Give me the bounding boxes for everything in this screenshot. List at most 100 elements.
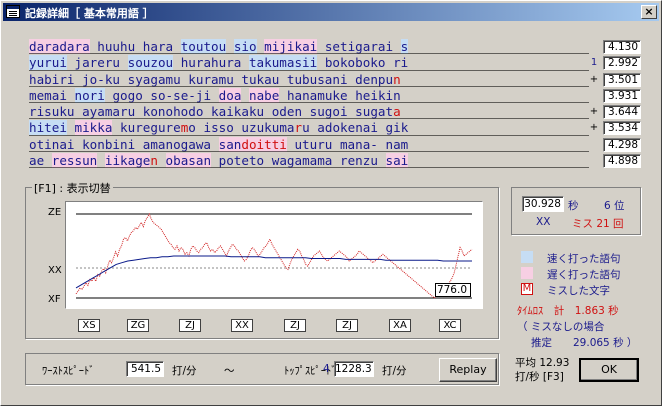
phrase-word: poteto [218,153,265,169]
phrase-word: uzukuma [241,120,295,136]
phrase-word: tukau [241,71,280,87]
phrase-space [264,104,272,119]
phrase-space [241,88,249,103]
phrase-word: oden [271,104,303,120]
phrase-word: jo-ku [82,71,121,87]
tilde: 〜 [224,365,235,377]
level-label: ZJ [179,319,201,332]
phrase-space [279,72,287,87]
phrase-space [203,104,211,119]
phrase-time: 3.501 [603,72,641,87]
phrase-space [44,153,52,168]
replay-button[interactable]: Replay [439,358,497,382]
phrase-space [264,153,272,168]
speed-line [75,212,473,299]
phrase-word: hanamuke [286,87,348,103]
phrase-marker: + [589,106,599,118]
phrase-space [97,153,105,168]
phrase-word: so-se-ji [150,87,212,103]
phrase-word: sugoi [309,104,348,120]
top-speed-unit: 打/分 [382,365,407,377]
phrase-row: memai nori gogo so-se-ji doa nabe hanamu… [29,87,589,104]
phrase-time: 3.644 [603,105,641,120]
phrase-word: otinai [29,136,75,152]
phrase-word: kaikaku [211,104,265,120]
phrase-word: san [218,136,242,152]
time-loss-line2: （ ミスなしの場合 [517,321,605,333]
average-line2[interactable]: 打/秒 [F3] [515,369,564,384]
phrase-word: a [393,104,401,120]
average-line [75,255,472,289]
phrase-word: gogo [112,87,143,103]
phrase-space [75,104,83,119]
phrase-word: ayamaru [82,104,136,120]
phrase-word: amanogawa [142,136,212,152]
phrase-list: daradara huuhu hara toutou sio mijikai s… [29,39,589,169]
phrase-marker: + [589,73,599,85]
phrase-word: renzu [340,153,378,169]
phrase-space [332,153,340,168]
phrase-space [67,120,75,135]
level-label: ZJ [336,319,358,332]
average-line1: 平均 12.93 [515,357,570,369]
phrase-space [135,39,143,54]
phrase-word: sio [233,39,257,54]
phrase-row: risuku ayamaru konohodo kaikaku oden sug… [29,104,589,120]
close-button[interactable]: × [641,5,657,19]
phrase-word: s [400,39,409,54]
miss-legend-label: ミスした文字 [547,285,610,297]
phrase-word: r [294,120,303,136]
phrase-marker [589,88,599,104]
phrase-space [135,137,143,152]
phrase-space [112,120,120,135]
result-box: 30.928 秒 6 位 XX ミス 21 回 [511,187,641,235]
phrase-word: heikin [355,87,401,103]
phrase-space [173,55,181,70]
phrase-space [378,120,386,135]
phrase-space [211,88,219,103]
phrase-word: n [150,153,158,169]
phrase-space [317,55,325,70]
phrase-row: habiri jo-ku syagamu kuramu tukau tubusa… [29,72,589,88]
phrase-word: wagamama [271,153,333,169]
phrase-word: konohodo [142,104,204,120]
phrase-space [211,153,219,168]
phrase-space [173,39,181,54]
phrase-word: sugat [355,104,394,120]
phrase-word: syagamu [127,71,181,87]
level-label: ZG [127,319,149,332]
phrase-time: 3.931 [603,88,641,103]
window-title: 記録詳細［ 基本常用語 ］ [25,7,154,20]
phrase-word: doa [218,87,242,103]
phrase-word: mana- [339,136,378,152]
phrase-space [67,55,75,70]
phrase-word: konbini [82,136,136,152]
worst-speed-label: ﾜｰｽﾄｽﾋﾟｰﾄﾞ [42,365,95,377]
speed-graph [65,201,483,309]
phrase-marker [589,137,599,153]
graph-toggle-label[interactable]: [F1] : 表示切替 [32,180,113,196]
phrase-word: ressun [51,153,98,169]
phrase-word: uturu [294,136,333,152]
phrase-space [378,153,386,168]
phrase-space [211,137,219,152]
phrase-time: 2.992 [603,56,641,71]
phrase-row: ae ressun iikagen obasan poteto wagamama… [29,153,589,169]
rank: 6 位 [604,200,625,212]
phrase-marker: + [589,122,599,134]
phrase-word: ri [393,55,409,71]
phrase-word: habiri [29,71,75,87]
seconds-unit: 秒 [568,200,579,212]
phrase-word: kuramu [188,71,234,87]
level-label: XS [78,319,100,332]
time-loss-line1: ﾀｲﾑﾛｽ 計 1.863 秒 [517,305,619,317]
phrase-space [67,88,75,103]
ok-button[interactable]: OK [579,358,639,382]
phrase-word: isso [203,120,234,136]
phrase-space [120,72,128,87]
window-icon [6,5,20,18]
graph-label-mid: XX [48,265,62,276]
top-speed-index: 4 [323,363,330,375]
phrase-word: huuhu [97,39,136,54]
miss-count: ミス 21 回 [572,218,624,230]
